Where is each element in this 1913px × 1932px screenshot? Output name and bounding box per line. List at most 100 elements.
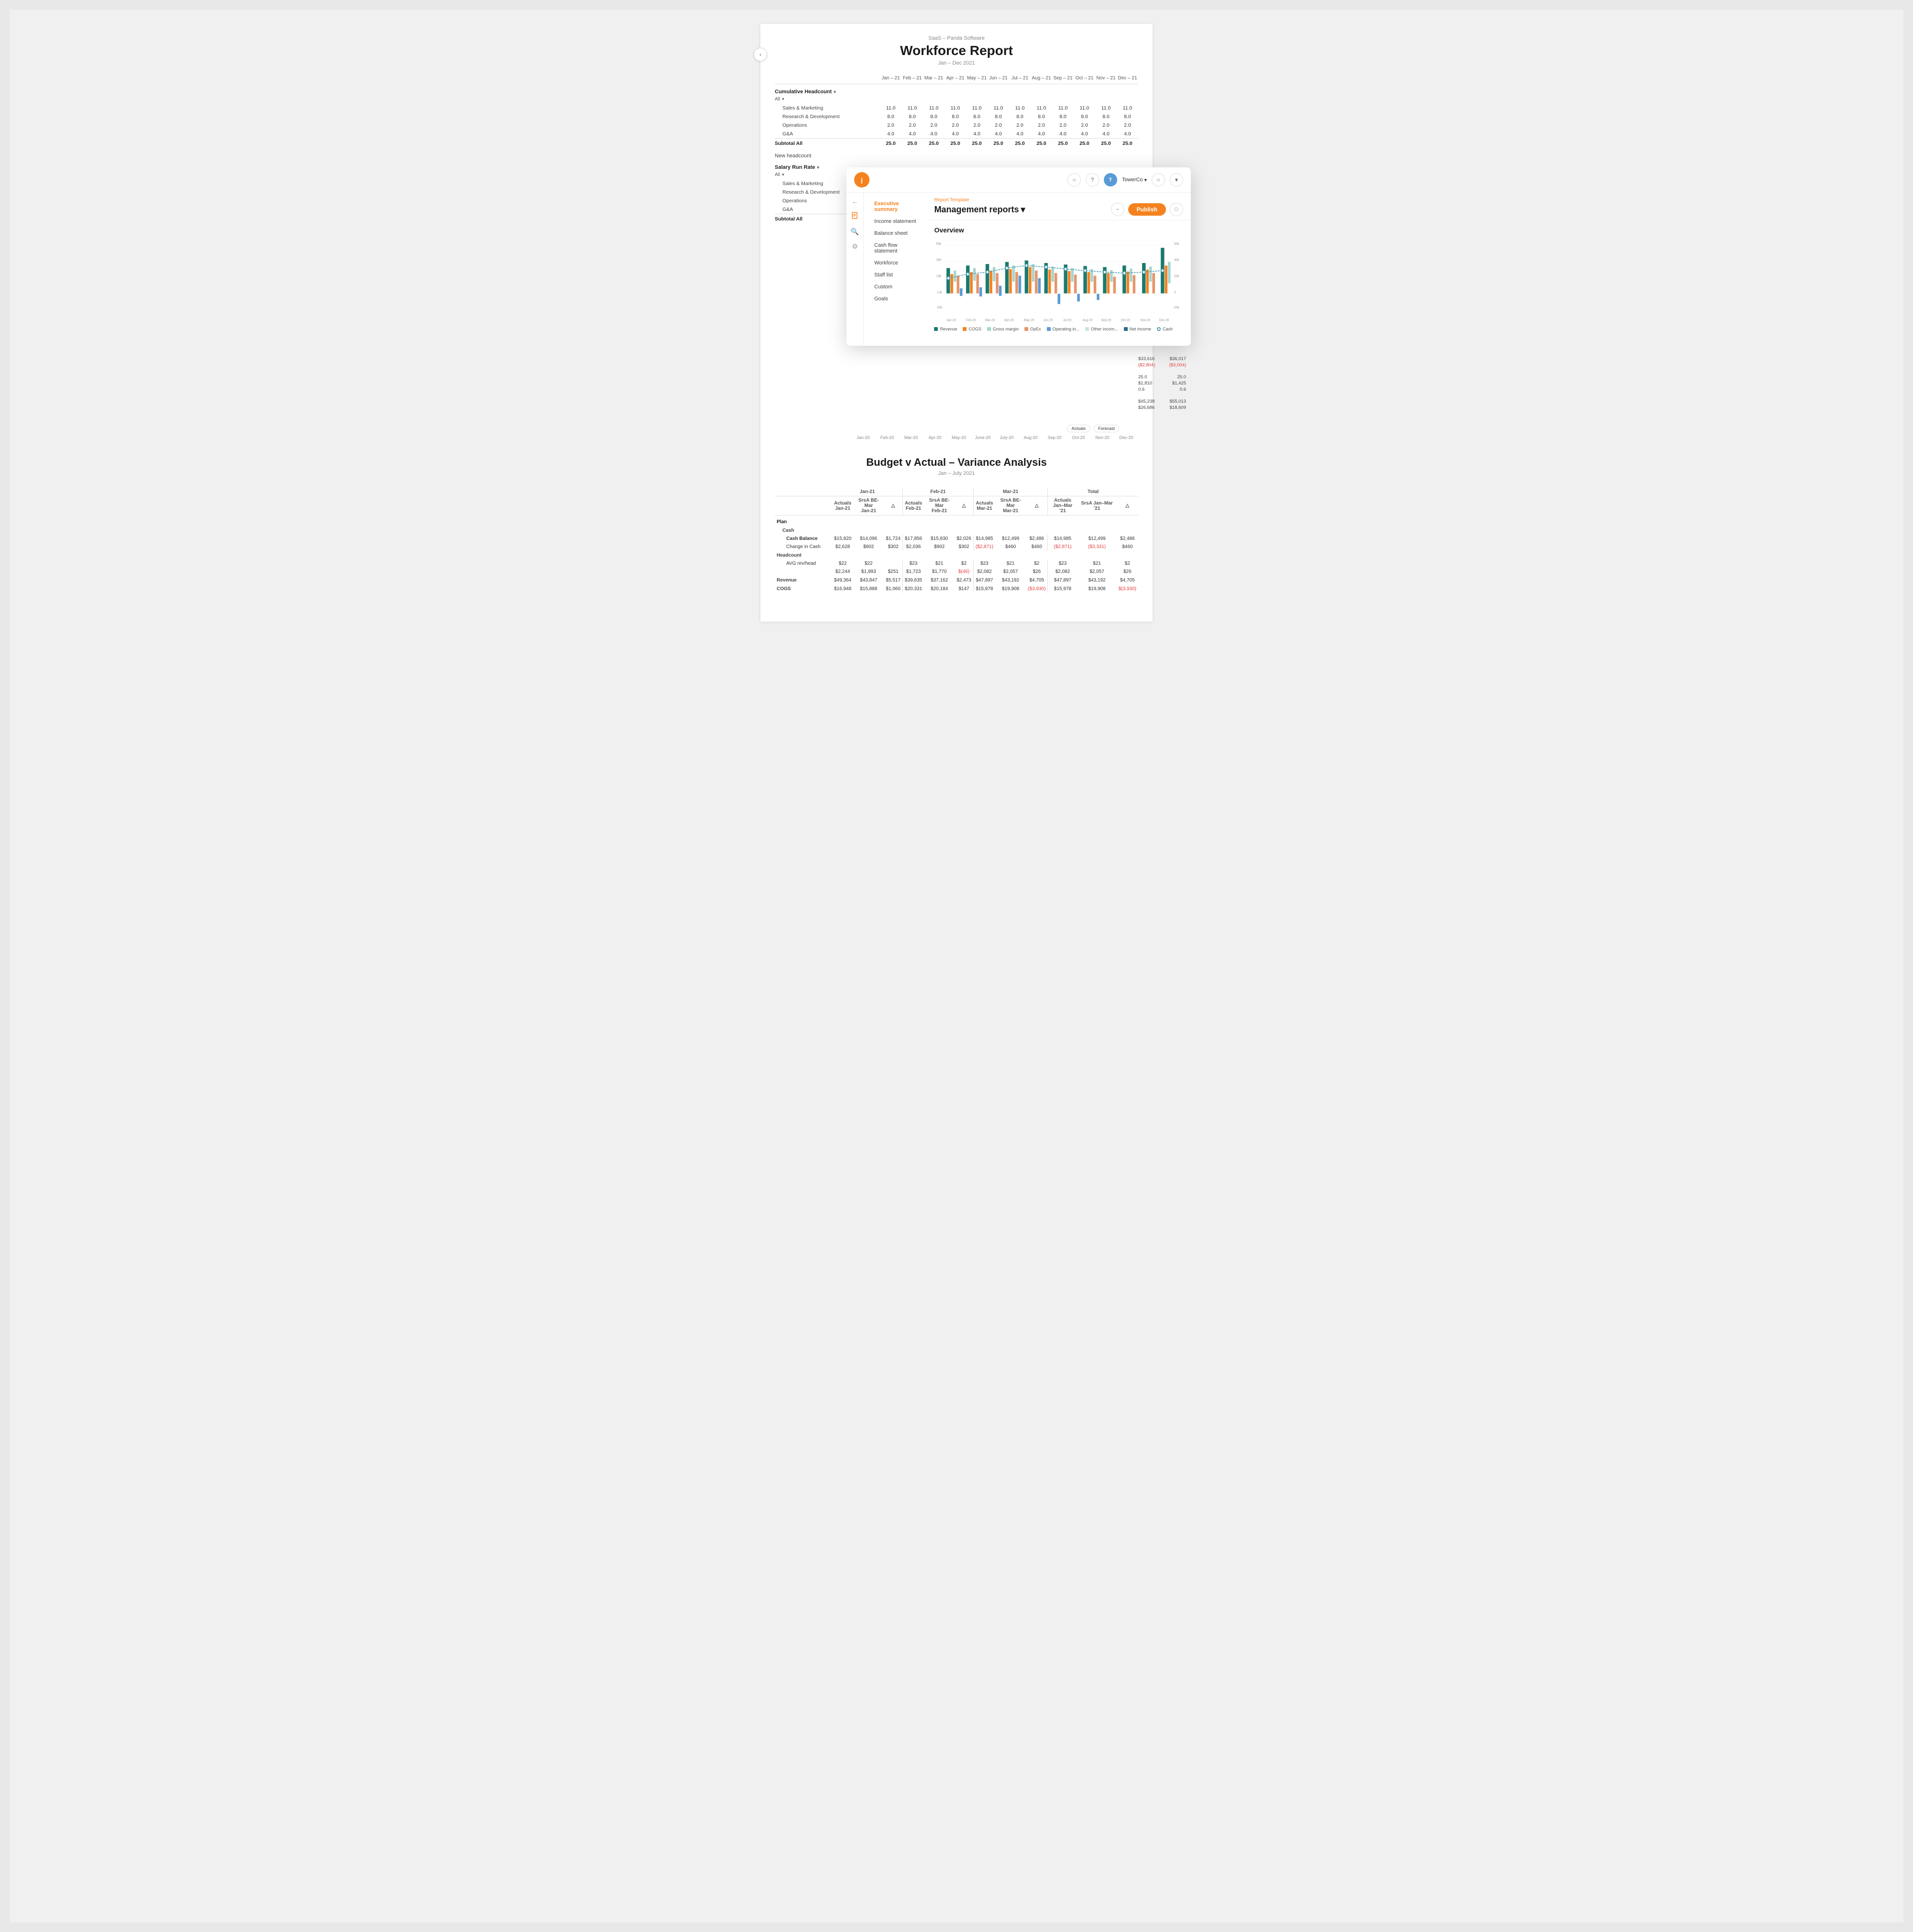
report-template-label: Report Template (934, 198, 1183, 203)
col-srsa-feb: SrsA BE-MarFeb-21 (924, 496, 955, 516)
sidebar-item-income-statement[interactable]: Income statement (867, 216, 924, 227)
right-panel-row-5: 0.60.6 (1138, 386, 1186, 393)
headcount-section-row: Headcount (775, 551, 1138, 560)
right-panel-row-3: 25.025.0 (1138, 374, 1186, 380)
cogs-delta-jan: $1,060 (884, 584, 902, 593)
cc-delta-jan: $302 (884, 543, 902, 551)
salary-chevron-icon: ▾ (817, 165, 819, 170)
arh-actuals-mar: $23 (973, 560, 995, 568)
new-headcount-label: New headcount (775, 148, 1138, 161)
back-nav-icon[interactable]: ← (852, 198, 858, 205)
cb-srsa-feb: $15,830 (924, 535, 955, 543)
col-actuals-mar: ActualsMar-21 (973, 496, 995, 516)
month-jun21: Jun – 21 (988, 76, 1009, 81)
cogs-delta-feb: $147 (955, 584, 973, 593)
rev-delta-mar: $4,705 (1026, 576, 1048, 584)
cc-delta-feb: $302 (955, 543, 973, 551)
cogs-srsa-jan: $15,888 (853, 584, 884, 593)
legend-gross-margin: Gross margin (987, 327, 1019, 331)
help-icon-btn[interactable]: ? (1086, 173, 1099, 187)
back-button[interactable]: ‹ (754, 48, 767, 61)
page-wrapper: ‹ SaaS – Panda Software Workforce Report… (10, 10, 1903, 1922)
cb-delta-total: $2,486 (1117, 535, 1138, 543)
row-rd: Research & Development 8.0 8.0 8.0 8.0 8… (775, 112, 1138, 121)
svg-text:May-20: May-20 (1024, 318, 1034, 322)
cb-actuals-jan: $15,820 (832, 535, 853, 543)
cogs-actuals-mar: $15,978 (973, 584, 995, 593)
user-avatar[interactable]: T (1104, 173, 1117, 187)
arh-delta-jan (884, 560, 902, 568)
sidebar-item-balance-sheet[interactable]: Balance sheet (867, 228, 924, 239)
bottom-month-aug20: Aug-20 (1019, 435, 1043, 440)
cc-srsa-jan: $902 (853, 543, 884, 551)
cumulative-headcount-header[interactable]: Cumulative Headcount ▾ (775, 85, 1138, 97)
row-ga: G&A 4.0 4.0 4.0 4.0 4.0 4.0 4.0 4.0 4.0 … (775, 130, 1138, 138)
right-panel-row-1: $33,616$36,017 (1138, 356, 1186, 362)
col-group-feb21: Feb-21 (902, 488, 973, 496)
cb-srsa-mar: $12,499 (995, 535, 1026, 543)
budget-variance-section: Budget v Actual – Variance Analysis Jan … (775, 442, 1138, 603)
cogs-delta-mar: ($3,930) (1026, 584, 1048, 593)
sidebar-item-custom[interactable]: Custom (867, 281, 924, 293)
bottom-month-jan20: Jan-20 (851, 435, 875, 440)
cb-actuals-mar: $14,985 (973, 535, 995, 543)
col-delta-total: △ (1117, 496, 1138, 516)
sidebar-item-goals[interactable]: Goals (867, 293, 924, 305)
sidebar-item-staff-list[interactable]: Staff list (867, 269, 924, 281)
rev-delta-total: $4,705 (1117, 576, 1138, 584)
rev-srsa-jan: $43,847 (853, 576, 884, 584)
share-action-btn[interactable]: □ (1170, 203, 1183, 216)
month-header-row: Jan – 21 Feb – 21 Mar – 21 Apr – 21 May … (775, 76, 1138, 84)
rev-delta-jan: $5,517 (884, 576, 902, 584)
plan-header-row: Plan (775, 516, 1138, 527)
more-options-btn[interactable]: ○ (1152, 173, 1165, 187)
sidebar-item-workforce[interactable]: Workforce (867, 257, 924, 269)
company-selector[interactable]: TowerCo ▾ (1122, 177, 1147, 183)
svg-text:Apr-20: Apr-20 (1004, 318, 1014, 322)
svg-text:-20k: -20k (936, 306, 943, 309)
arh-srsa-mar: $21 (995, 560, 1026, 568)
svg-text:0: 0 (1174, 291, 1176, 294)
row-label-sales: Sales & Marketing (775, 105, 880, 111)
filter-row-all[interactable]: All ▾ (775, 97, 1138, 102)
settings-icon[interactable]: ⚙ (852, 242, 858, 251)
notification-icon-btn[interactable]: ○ (1067, 173, 1081, 187)
app-logo: j (854, 172, 869, 187)
search-icon[interactable]: 🔍 (851, 228, 859, 236)
main-container: ‹ SaaS – Panda Software Workforce Report… (760, 24, 1153, 622)
arh-actuals-feb: $23 (902, 560, 924, 568)
month-mar21: Mar – 21 (923, 76, 945, 81)
col-group-total: Total (1048, 488, 1138, 496)
rev-actuals-total: $47,897 (1048, 576, 1077, 584)
svg-text:-20k: -20k (1174, 306, 1180, 309)
chart-area: Overview 60k 36k 18k -13k -20k (926, 220, 1191, 337)
svg-text:Oct-20: Oct-20 (1121, 318, 1131, 322)
arh-actuals-jan: $22 (832, 560, 853, 568)
rev-delta-feb: $2,473 (955, 576, 973, 584)
sidebar-item-executive-summary[interactable]: Executivesummary (867, 198, 924, 215)
overlay-header: Report Template Management reports ▾ − P… (926, 193, 1191, 220)
pdf-icon[interactable] (851, 212, 859, 221)
cb-actuals-total: $14,985 (1048, 535, 1077, 543)
subtotal-label-headcount: Subtotal All (775, 141, 880, 146)
sidebar-item-cash-flow[interactable]: Cash flowstatement (867, 240, 924, 257)
management-title-row: Management reports ▾ − Publish □ (934, 203, 1183, 216)
rev-actuals-jan: $49,364 (832, 576, 853, 584)
filter-chevron-icon: ▾ (782, 97, 784, 102)
svg-text:Jun-20: Jun-20 (1044, 318, 1053, 322)
arh-srsa-feb: $21 (924, 560, 955, 568)
cc-actuals-mar: ($2,871) (973, 543, 995, 551)
bottom-month-mar20: Mar-20 (899, 435, 923, 440)
collapse-btn[interactable]: ▾ (1170, 173, 1183, 187)
rev-srsa-mar: $43,192 (995, 576, 1026, 584)
svg-text:Sep-20: Sep-20 (1101, 318, 1111, 322)
minus-action-btn[interactable]: − (1111, 203, 1124, 216)
publish-button[interactable]: Publish (1128, 203, 1166, 216)
month-may21: May – 21 (966, 76, 988, 81)
cb-delta-mar: $2,486 (1026, 535, 1048, 543)
month-feb21: Feb – 21 (902, 76, 923, 81)
month-aug21: Aug – 21 (1031, 76, 1052, 81)
arh-actuals-total: $23 (1048, 560, 1077, 568)
bottom-month-jun20: June-20 (971, 435, 995, 440)
right-panel-row-7: $26,686$18,609 (1138, 405, 1186, 411)
